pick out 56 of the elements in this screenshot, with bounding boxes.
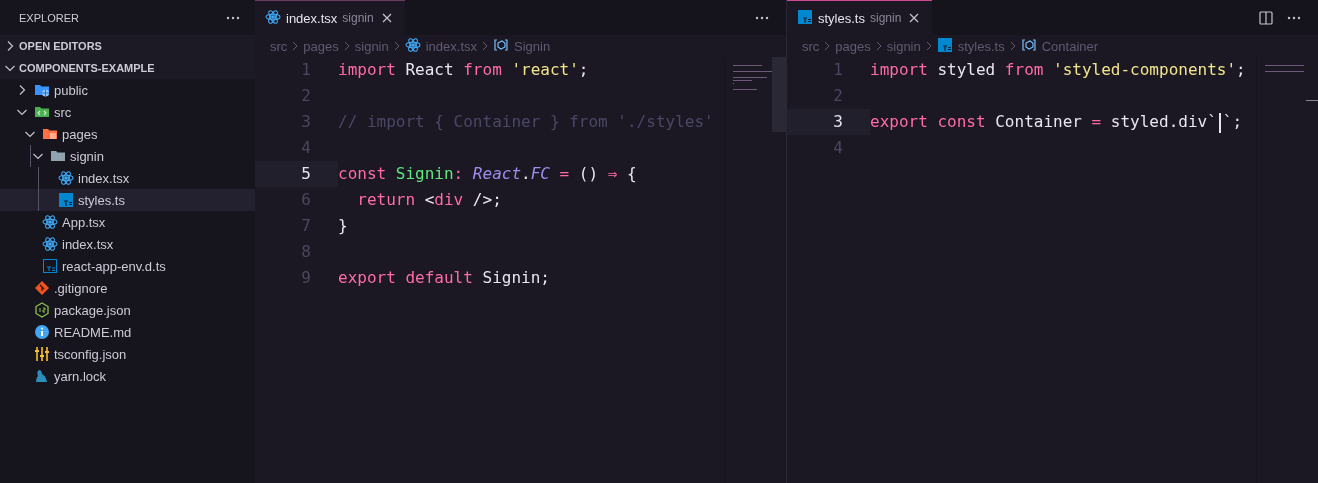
code-line: // import { Container } from './styles' xyxy=(338,111,715,133)
code-line: const Signin: React.FC = () ⇒ { xyxy=(338,163,638,185)
line-number: 2 xyxy=(300,85,312,107)
line-number: 1 xyxy=(300,59,312,81)
atom-icon xyxy=(42,236,58,252)
ts-file-icon xyxy=(42,258,58,274)
line-number: 4 xyxy=(300,137,312,159)
file-item[interactable]: .gitignore xyxy=(0,277,255,299)
scrollbar-thumb[interactable] xyxy=(772,57,786,132)
code-line: import styled from 'styled-components'; xyxy=(870,59,1247,81)
code-line: } xyxy=(338,215,349,237)
line-number: 3 xyxy=(787,109,870,135)
editor-tab[interactable]: styles.ts signin xyxy=(787,0,933,35)
line-number: 2 xyxy=(832,85,844,107)
editor-tab[interactable]: index.tsx signin xyxy=(255,0,405,35)
split-editor-icon[interactable] xyxy=(1258,9,1274,26)
line-number: 9 xyxy=(300,267,312,289)
file-item[interactable]: README.md xyxy=(0,321,255,343)
line-number: 3 xyxy=(300,111,312,133)
diamond-icon xyxy=(34,280,50,296)
line-number: 1 xyxy=(832,59,844,81)
text-cursor xyxy=(1218,112,1221,133)
atom-icon xyxy=(58,170,74,186)
folder-item[interactable]: src xyxy=(0,101,255,123)
code-line: return <div />; xyxy=(356,189,503,211)
line-number: 4 xyxy=(832,137,844,159)
folder-item[interactable]: public xyxy=(0,79,255,101)
line-number: 8 xyxy=(300,241,312,263)
panel-title: EXPLORER xyxy=(19,11,79,24)
folder-item[interactable]: signin xyxy=(0,145,255,167)
file-item[interactable]: tsconfig.json xyxy=(0,343,255,365)
folder-icon xyxy=(50,148,66,164)
line-number: 6 xyxy=(300,189,312,211)
folder-globe-icon xyxy=(34,82,50,98)
folder-icon xyxy=(42,126,58,142)
file-item[interactable]: index.tsx xyxy=(0,167,255,189)
info-icon xyxy=(34,324,50,340)
file-item[interactable]: styles.ts xyxy=(0,189,255,211)
code-line: export default Signin; xyxy=(338,267,551,289)
atom-icon xyxy=(42,214,58,230)
section-header[interactable]: COMPONENTS-EXAMPLE xyxy=(0,57,255,79)
section-header[interactable]: OPEN EDITORS xyxy=(0,35,255,57)
file-item[interactable]: index.tsx xyxy=(0,233,255,255)
ts-file-icon xyxy=(58,192,74,208)
sliders-icon xyxy=(34,346,50,362)
file-item[interactable]: yarn.lock xyxy=(0,365,255,387)
line-number: 5 xyxy=(255,161,338,187)
hexagon-icon xyxy=(34,302,50,318)
file-item[interactable]: package.json xyxy=(0,299,255,321)
line-number: 7 xyxy=(300,215,312,237)
folder-item[interactable]: pages xyxy=(0,123,255,145)
code-line: export const Container = styled.div` `; xyxy=(870,111,1244,135)
file-item[interactable]: react-app-env.d.ts xyxy=(0,255,255,277)
code-line: import React from 'react'; xyxy=(338,59,590,81)
folder-code-icon xyxy=(34,104,50,120)
file-item[interactable]: App.tsx xyxy=(0,211,255,233)
